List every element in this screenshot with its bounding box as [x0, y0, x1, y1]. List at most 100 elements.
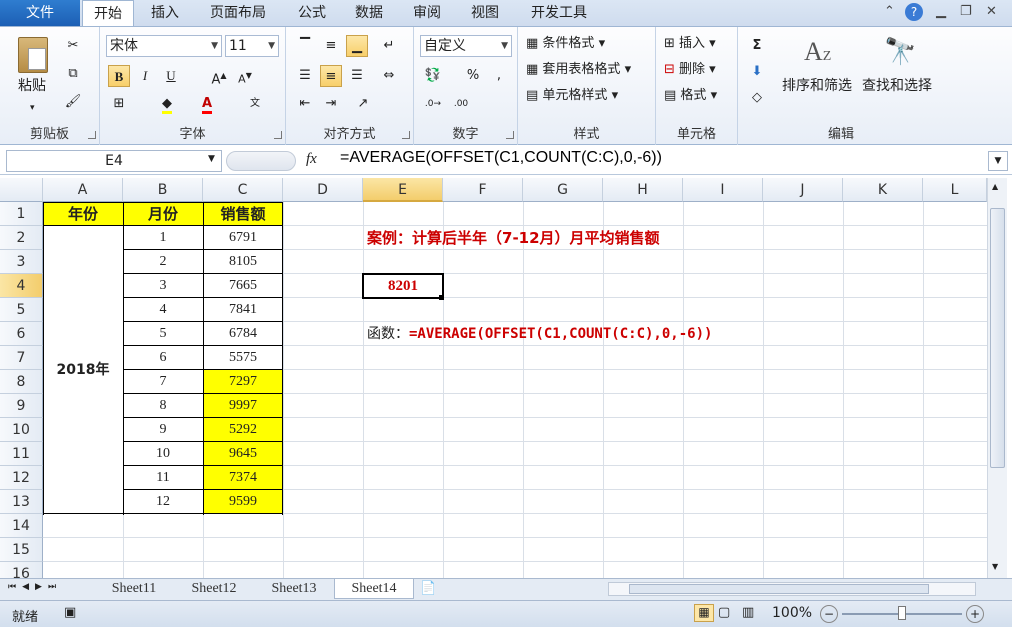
zoom-level[interactable]: 100%: [772, 605, 812, 621]
collapse-ribbon-icon[interactable]: ⌃: [884, 4, 895, 19]
case-title[interactable]: 案例：计算后半年（7-12月）月平均销售额: [367, 226, 660, 250]
cut-icon[interactable]: ✂: [62, 35, 84, 57]
zoom-slider-thumb[interactable]: [898, 606, 906, 620]
month-cell[interactable]: 5: [123, 322, 203, 346]
row-header[interactable]: 6: [0, 322, 43, 346]
align-bottom-icon[interactable]: ▁: [346, 35, 368, 57]
column-header[interactable]: K: [843, 178, 923, 202]
tab-insert[interactable]: 插入: [140, 0, 190, 26]
sales-cell[interactable]: 6784: [203, 322, 283, 346]
new-sheet-icon[interactable]: 📄: [420, 581, 436, 596]
month-cell[interactable]: 9: [123, 418, 203, 442]
autosum-button[interactable]: Σ: [746, 35, 768, 57]
tab-developer[interactable]: 开发工具: [522, 0, 596, 26]
bold-button[interactable]: B: [108, 65, 130, 87]
wrap-text-icon[interactable]: ↵: [378, 35, 400, 57]
tab-file[interactable]: 文件: [0, 0, 80, 26]
row-header[interactable]: 8: [0, 370, 43, 394]
paste-button[interactable]: 粘贴: [18, 77, 46, 95]
column-header[interactable]: J: [763, 178, 843, 202]
sales-cell[interactable]: 9599: [203, 490, 283, 514]
increase-decimal-icon[interactable]: .0→: [422, 93, 444, 115]
orientation-icon[interactable]: ↗: [352, 93, 374, 115]
function-note[interactable]: 函数：=AVERAGE(OFFSET(C1,COUNT(C:C),0,-6)): [367, 322, 712, 346]
normal-view-icon[interactable]: ▦: [694, 604, 714, 622]
column-header[interactable]: L: [923, 178, 987, 202]
align-center-icon[interactable]: ≡: [320, 65, 342, 87]
header-year[interactable]: 年份: [43, 202, 123, 226]
align-right-icon[interactable]: ☰: [346, 65, 368, 87]
tab-review[interactable]: 审阅: [404, 0, 450, 26]
sales-cell[interactable]: 9997: [203, 394, 283, 418]
expand-formula-bar-icon[interactable]: ▼: [988, 151, 1008, 171]
year-cell[interactable]: 2018年: [43, 358, 123, 382]
sales-cell[interactable]: 5575: [203, 346, 283, 370]
tab-home[interactable]: 开始: [82, 0, 134, 27]
clipboard-launcher-icon[interactable]: [88, 131, 96, 139]
name-box-dropdown-icon[interactable]: ▼: [208, 154, 215, 164]
row-header[interactable]: 5: [0, 298, 43, 322]
paste-icon[interactable]: [18, 37, 48, 73]
percent-button[interactable]: %: [462, 65, 484, 87]
tab-data[interactable]: 数据: [346, 0, 392, 26]
scroll-up-icon[interactable]: ▲: [992, 182, 998, 191]
font-launcher-icon[interactable]: [274, 131, 282, 139]
month-cell[interactable]: 8: [123, 394, 203, 418]
sheet-nav-icon[interactable]: ⏮◀▶⏭: [8, 582, 62, 592]
copy-icon[interactable]: ⧉: [62, 63, 84, 85]
insert-cells-button[interactable]: ⊞ 插入 ▾: [664, 35, 716, 53]
row-header[interactable]: 16: [0, 562, 43, 578]
row-header[interactable]: 7: [0, 346, 43, 370]
row-header-selected[interactable]: 4: [0, 274, 43, 298]
format-as-table-button[interactable]: ▦ 套用表格格式 ▾: [526, 61, 631, 79]
month-cell[interactable]: 7: [123, 370, 203, 394]
column-header-selected[interactable]: E: [363, 178, 443, 202]
month-cell[interactable]: 10: [123, 442, 203, 466]
select-all-corner[interactable]: [0, 178, 43, 202]
restore-icon[interactable]: ❐: [960, 4, 972, 19]
sheet-tab-active[interactable]: Sheet14: [334, 579, 414, 599]
close-icon[interactable]: ✕: [986, 4, 997, 19]
find-select-icon[interactable]: 🔭: [884, 37, 916, 67]
sort-filter-button[interactable]: 排序和筛选: [782, 77, 852, 95]
sales-cell[interactable]: 9645: [203, 442, 283, 466]
result-cell[interactable]: 8201: [362, 273, 444, 299]
tab-formulas[interactable]: 公式: [290, 0, 334, 26]
sales-cell[interactable]: 7665: [203, 274, 283, 298]
month-cell[interactable]: 3: [123, 274, 203, 298]
sales-cell[interactable]: 5292: [203, 418, 283, 442]
number-format-combo[interactable]: 自定义 ▼: [420, 35, 512, 57]
page-layout-view-icon[interactable]: ▢: [718, 605, 730, 620]
row-header[interactable]: 12: [0, 466, 43, 490]
conditional-format-button[interactable]: ▦ 条件格式 ▾: [526, 35, 605, 53]
clear-icon[interactable]: ◇: [746, 87, 768, 109]
format-cells-button[interactable]: ▤ 格式 ▾: [664, 87, 717, 105]
month-cell[interactable]: 4: [123, 298, 203, 322]
decrease-indent-icon[interactable]: ⇤: [294, 93, 316, 115]
decrease-decimal-icon[interactable]: .00: [450, 93, 472, 115]
name-box[interactable]: E4: [6, 150, 222, 172]
worksheet-grid[interactable]: A B C D E F G H I J K L 1 2 3 4 5 6 7 8 …: [0, 178, 1012, 578]
row-header[interactable]: 13: [0, 490, 43, 514]
help-icon[interactable]: ?: [905, 3, 923, 21]
currency-icon[interactable]: 💱: [422, 65, 444, 87]
horizontal-scrollbar[interactable]: [608, 582, 976, 596]
row-header[interactable]: 9: [0, 394, 43, 418]
number-launcher-icon[interactable]: [506, 131, 514, 139]
align-middle-icon[interactable]: ≡: [320, 35, 342, 57]
vertical-scrollbar[interactable]: ▲ ▼: [987, 178, 1007, 578]
column-header[interactable]: C: [203, 178, 283, 202]
row-header[interactable]: 3: [0, 250, 43, 274]
row-header[interactable]: 11: [0, 442, 43, 466]
column-header[interactable]: I: [683, 178, 763, 202]
find-select-button[interactable]: 查找和选择: [862, 77, 932, 95]
sales-cell[interactable]: 7841: [203, 298, 283, 322]
sales-cell[interactable]: 7297: [203, 370, 283, 394]
zoom-out-icon[interactable]: −: [820, 605, 838, 623]
font-name-combo[interactable]: 宋体 ▼: [106, 35, 222, 57]
horizontal-scroll-thumb[interactable]: [629, 584, 929, 594]
align-left-icon[interactable]: ☰: [294, 65, 316, 87]
cell-styles-button[interactable]: ▤ 单元格样式 ▾: [526, 87, 618, 105]
insert-function-icon[interactable]: fx: [306, 151, 317, 168]
column-header[interactable]: F: [443, 178, 523, 202]
